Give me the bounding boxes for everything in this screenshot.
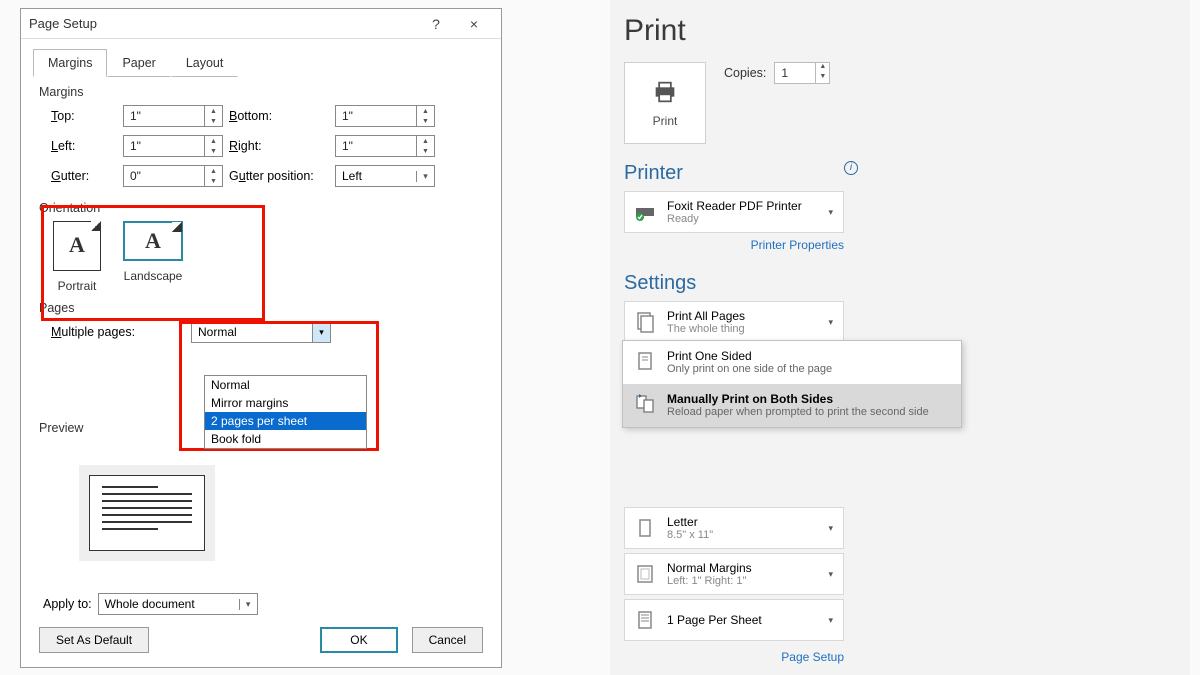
copies-input[interactable]: 1▲▼: [774, 62, 830, 84]
margins-icon: [631, 560, 659, 588]
left-label: Left:: [51, 139, 123, 153]
sides-option-one-sided[interactable]: Print One SidedOnly print on one side of…: [623, 341, 961, 384]
print-range-select[interactable]: Print All PagesThe whole thing ▾: [624, 301, 844, 343]
preview: [79, 465, 215, 561]
multiple-pages-label: Multiple pages:: [51, 325, 191, 339]
mp-option-mirror[interactable]: Mirror margins: [205, 394, 366, 412]
printer-heading: Printer: [624, 162, 836, 185]
copies-label: Copies:: [724, 66, 766, 80]
cancel-button[interactable]: Cancel: [412, 627, 483, 653]
sides-option-both-sides[interactable]: Manually Print on Both SidesReload paper…: [623, 384, 961, 427]
pages-per-sheet-select[interactable]: 1 Page Per Sheet ▾: [624, 599, 844, 641]
printer-icon: [648, 78, 682, 106]
printer-properties-link[interactable]: Printer Properties: [751, 238, 844, 252]
top-label: TTop:op:: [51, 109, 123, 123]
dialog-title: Page Setup: [29, 16, 417, 31]
tab-layout[interactable]: Layout: [171, 49, 239, 77]
bottom-input[interactable]: 1"▲▼: [335, 105, 435, 127]
margins-group-label: Margins: [39, 85, 501, 99]
margins-grid: TTop:op: 1"▲▼ Bottom: 1"▲▼ Left: 1"▲▼ Ri…: [51, 105, 501, 187]
print-heading: Print: [624, 14, 1176, 48]
paper-icon: [631, 514, 659, 542]
close-button[interactable]: ×: [455, 16, 493, 32]
page-setup-link[interactable]: Page Setup: [781, 650, 844, 664]
landscape-icon: A: [123, 221, 183, 261]
gutter-label: Gutter:: [51, 169, 123, 183]
help-button[interactable]: ?: [417, 16, 455, 32]
tab-strip: Margins Paper Layout: [21, 39, 501, 77]
portrait-icon: A: [53, 221, 101, 271]
gutter-input[interactable]: 0"▲▼: [123, 165, 223, 187]
printer-device-icon: [631, 198, 659, 226]
right-input[interactable]: 1"▲▼: [335, 135, 435, 157]
gutter-pos-select[interactable]: Left▾: [335, 165, 435, 187]
gutter-pos-label: Gutter position:: [229, 169, 335, 183]
printer-select[interactable]: Foxit Reader PDF PrinterReady ▾: [624, 191, 844, 233]
pages-icon: [631, 308, 659, 336]
tab-paper[interactable]: Paper: [107, 49, 170, 77]
one-sided-icon: [633, 349, 657, 376]
set-default-button[interactable]: Set As Default: [39, 627, 149, 653]
right-label: Right:: [229, 139, 335, 153]
mp-option-normal[interactable]: Normal: [205, 376, 366, 394]
mp-option-2pages[interactable]: 2 pages per sheet: [205, 412, 366, 430]
margins-select[interactable]: Normal MarginsLeft: 1" Right: 1" ▾: [624, 553, 844, 595]
preview-page-icon: [89, 475, 205, 551]
info-icon[interactable]: i: [844, 161, 858, 175]
ok-button[interactable]: OK: [320, 627, 397, 653]
sheet-icon: [631, 606, 659, 634]
mp-option-bookfold[interactable]: Book fold: [205, 430, 366, 448]
sides-dropdown: Print One SidedOnly print on one side of…: [622, 340, 962, 428]
print-button[interactable]: Print: [624, 62, 706, 144]
tab-margins[interactable]: Margins: [33, 49, 107, 77]
chevron-down-icon: ▾: [824, 207, 837, 218]
bottom-label: Bottom:: [229, 109, 335, 123]
print-panel: Print Print Copies: 1▲▼ Printer i Foxit R…: [610, 0, 1190, 675]
apply-to-label: Apply to:: [43, 597, 92, 611]
settings-heading: Settings: [624, 272, 1176, 295]
multiple-pages-dropdown: Normal Mirror margins 2 pages per sheet …: [204, 375, 367, 449]
left-input[interactable]: 1"▲▼: [123, 135, 223, 157]
page-setup-dialog: Page Setup ? × Margins Paper Layout Marg…: [20, 8, 502, 668]
titlebar: Page Setup ? ×: [21, 9, 501, 39]
top-input[interactable]: 1"▲▼: [123, 105, 223, 127]
paper-size-select[interactable]: Letter8.5" x 11" ▾: [624, 507, 844, 549]
both-sides-icon: [633, 392, 657, 419]
apply-to-select[interactable]: Whole document▾: [98, 593, 258, 615]
